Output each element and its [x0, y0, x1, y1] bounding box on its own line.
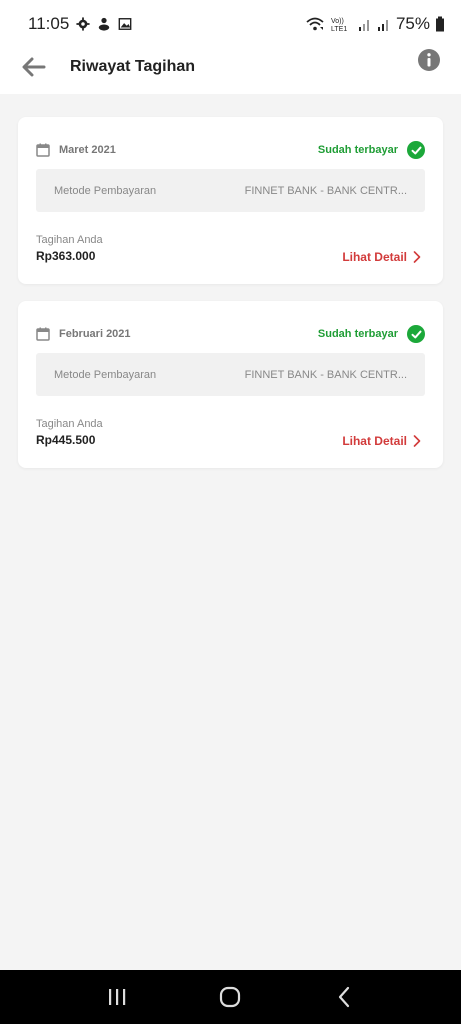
payment-method-value: FINNET BANK - BANK CENTR... — [244, 368, 407, 381]
bill-amount-label: Tagihan Anda — [36, 418, 103, 430]
check-circle-icon — [407, 325, 425, 343]
bill-period-label: Maret 2021 — [59, 144, 116, 156]
status-label: Sudah terbayar — [317, 328, 398, 340]
page-title: Riwayat Tagihan — [70, 58, 196, 75]
bill-period-label: Februari 2021 — [59, 328, 131, 340]
calendar-icon — [36, 327, 50, 341]
calendar-icon — [36, 143, 50, 157]
view-detail-label: Lihat Detail — [342, 250, 407, 264]
status-badge: Sudah terbayar — [318, 141, 425, 159]
payment-method-row: Metode Pembayaran FINNET BANK - BANK CEN… — [36, 169, 425, 212]
back-icon — [339, 986, 350, 1008]
back-button[interactable] — [14, 47, 54, 87]
notification-app-icon — [99, 17, 110, 31]
wifi-calling-icon — [306, 17, 324, 31]
bill-amount: Rp445.500 — [36, 433, 96, 447]
gear-icon — [76, 17, 90, 31]
status-badge: Sudah terbayar — [318, 325, 425, 343]
payment-method-label: Metode Pembayaran — [54, 184, 157, 197]
chevron-right-icon — [413, 251, 421, 263]
app-bar: Riwayat Tagihan — [0, 40, 461, 94]
view-detail-link[interactable]: Lihat Detail — [342, 434, 421, 448]
status-left: 11:05 — [28, 14, 132, 34]
home-icon — [220, 986, 241, 1008]
payment-method-label: Metode Pembayaran — [54, 368, 157, 381]
status-time: 11:05 — [28, 14, 70, 33]
info-button[interactable] — [417, 48, 441, 72]
signal-icon — [358, 20, 369, 31]
status-label: Sudah terbayar — [317, 144, 398, 156]
system-nav-bar — [0, 970, 461, 1024]
payment-method-row: Metode Pembayaran FINNET BANK - BANK CEN… — [36, 353, 425, 396]
svg-text:Vo)): Vo)) — [331, 18, 344, 25]
signal-icon-2 — [377, 20, 388, 31]
bill-period: Februari 2021 — [36, 327, 131, 341]
home-button[interactable] — [210, 977, 250, 1017]
bill-card-header: Maret 2021 Sudah terbayar — [36, 141, 425, 159]
bill-period: Maret 2021 — [36, 143, 116, 157]
info-icon — [418, 49, 440, 71]
status-right: Vo)) LTE1 75% — [306, 14, 445, 34]
bill-amount: Rp363.000 — [36, 249, 96, 263]
chevron-right-icon — [413, 435, 421, 447]
payment-method-value: FINNET BANK - BANK CENTR... — [244, 184, 407, 197]
check-circle-icon — [407, 141, 425, 159]
recent-apps-icon — [108, 989, 126, 1005]
arrow-left-icon — [22, 57, 46, 77]
system-back-button[interactable] — [324, 977, 364, 1017]
battery-icon — [436, 16, 444, 32]
bill-amount-label: Tagihan Anda — [36, 234, 103, 246]
bill-card: Februari 2021 Sudah terbayar Metode Pemb… — [18, 301, 443, 468]
bill-card: Maret 2021 Sudah terbayar Metode Pembaya… — [18, 117, 443, 284]
view-detail-label: Lihat Detail — [342, 434, 407, 448]
view-detail-link[interactable]: Lihat Detail — [342, 250, 421, 264]
image-icon — [118, 18, 132, 30]
svg-text:LTE1: LTE1 — [331, 26, 347, 32]
volte-signal-icon: Vo)) LTE1 — [331, 18, 347, 32]
recent-apps-button[interactable] — [97, 977, 137, 1017]
bill-card-header: Februari 2021 Sudah terbayar — [36, 325, 425, 343]
battery-percent: 75% — [395, 14, 430, 33]
